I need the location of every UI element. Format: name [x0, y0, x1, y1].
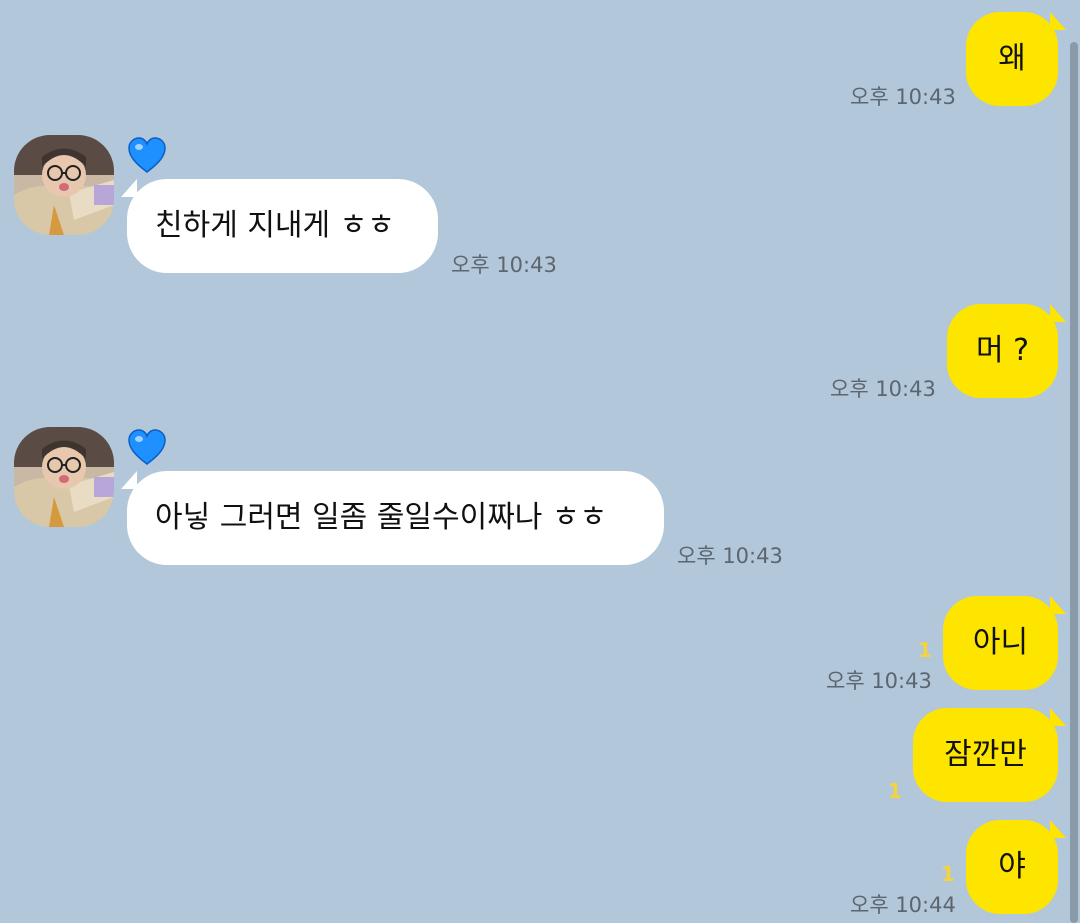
bubble-tail — [1050, 708, 1066, 726]
message-text: 잠깐만 — [944, 737, 1027, 772]
my-message-bubble[interactable]: 머 ? — [947, 304, 1058, 398]
message-text: 야 — [998, 849, 1026, 884]
my-message-bubble[interactable]: 왜 — [966, 12, 1058, 106]
contact-avatar[interactable] — [14, 135, 114, 235]
message-text: 머 ? — [975, 333, 1030, 368]
message-text: 아니 — [972, 625, 1029, 660]
message-time: 오후 10:43 — [850, 85, 956, 109]
contact-avatar[interactable] — [14, 427, 114, 527]
message-time: 오후 10:43 — [826, 669, 932, 693]
message-time: 오후 10:43 — [451, 253, 557, 277]
my-message-bubble[interactable]: 잠깐만 — [913, 708, 1058, 802]
message-text: 아닣 그러면 일좀 줄일수이짜나 ㅎㅎ — [155, 500, 608, 535]
their-message-bubble[interactable]: 아닣 그러면 일좀 줄일수이짜나 ㅎㅎ — [127, 471, 664, 565]
bubble-tail — [1050, 596, 1066, 614]
bubble-tail — [1050, 820, 1066, 838]
profile-photo-icon — [14, 427, 114, 527]
scrollbar[interactable] — [1070, 42, 1078, 923]
unread-count: 1 — [888, 779, 902, 803]
message-time: 오후 10:43 — [830, 377, 936, 401]
bubble-tail — [1050, 304, 1066, 322]
bubble-tail — [121, 471, 137, 489]
my-message-bubble[interactable]: 아니 — [943, 596, 1058, 690]
message-time: 오후 10:44 — [850, 893, 956, 917]
their-message-bubble[interactable]: 친하게 지내게 ㅎㅎ — [127, 179, 438, 273]
message-text: 친하게 지내게 ㅎㅎ — [155, 208, 395, 243]
unread-count: 1 — [918, 638, 932, 662]
bubble-tail — [1050, 12, 1066, 30]
unread-count: 1 — [941, 862, 955, 886]
blue-heart-icon — [128, 137, 166, 173]
my-message-bubble[interactable]: 야 — [966, 820, 1058, 914]
blue-heart-icon — [128, 429, 166, 465]
profile-photo-icon — [14, 135, 114, 235]
bubble-tail — [121, 179, 137, 197]
message-time: 오후 10:43 — [677, 544, 783, 568]
chat-area[interactable]: 왜 오후 10:43 친하게 지내게 ㅎㅎ 오후 10:43 머 ? 오후 10… — [0, 0, 1080, 923]
message-text: 왜 — [998, 41, 1026, 76]
